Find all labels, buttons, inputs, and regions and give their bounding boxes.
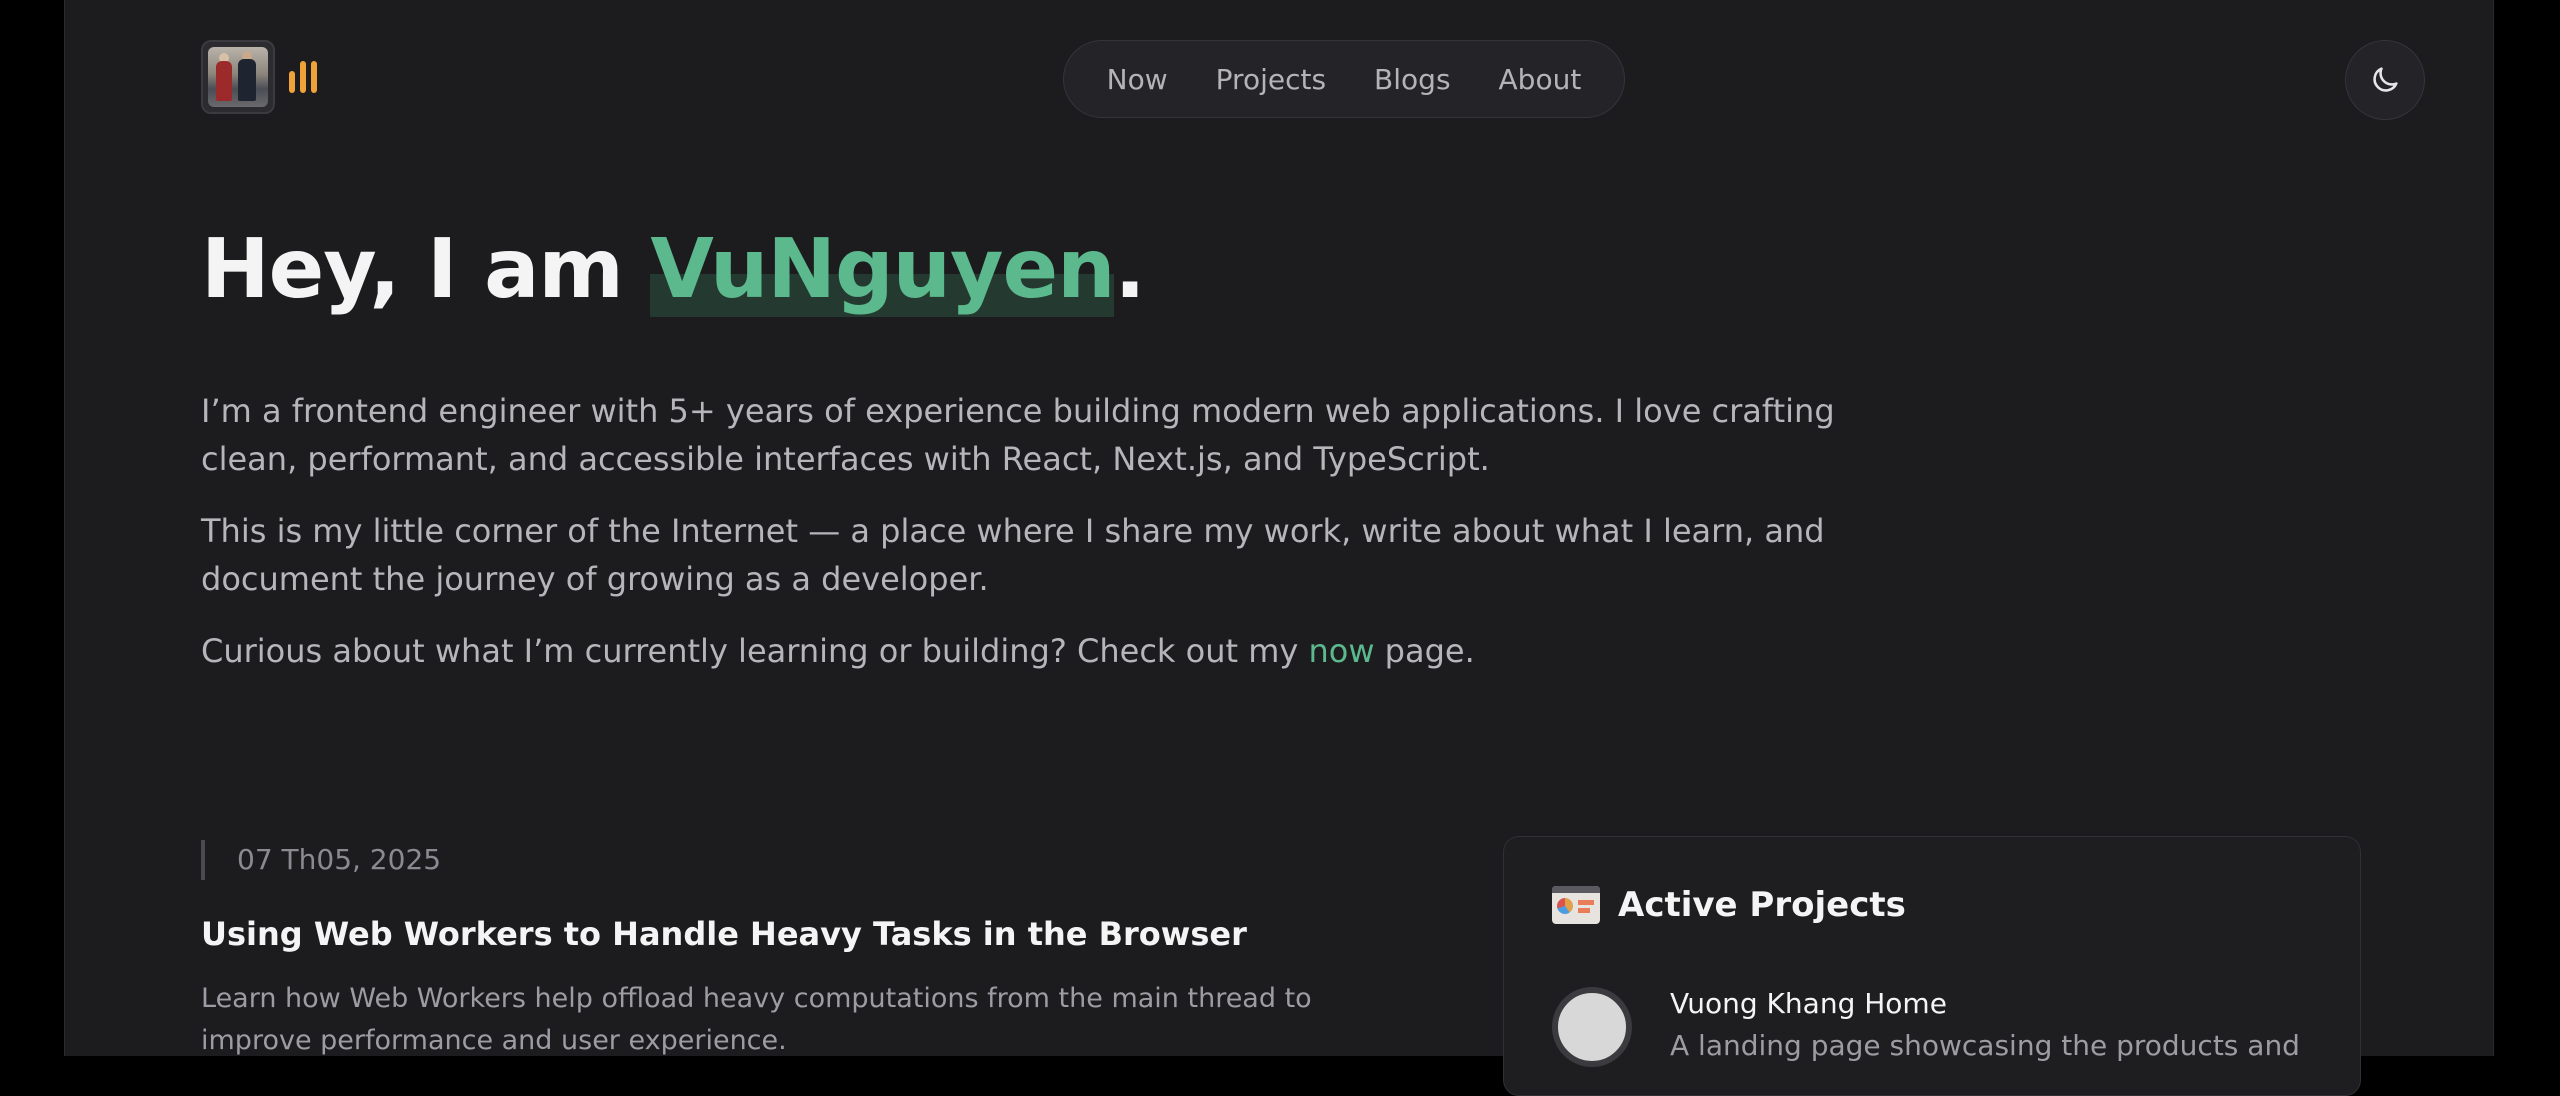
now-paragraph: Curious about what I’m currently learnin… xyxy=(201,627,1841,675)
project-name[interactable]: Vuong Khang Home xyxy=(1670,987,1947,1020)
post-title[interactable]: Using Web Workers to Handle Heavy Tasks … xyxy=(201,915,1247,953)
post-description: Learn how Web Workers help offload heavy… xyxy=(201,983,1312,1056)
hero-heading: Hey, I am VuNguyen. xyxy=(201,222,1146,317)
moon-icon xyxy=(2373,67,2398,92)
active-projects-card: Active Projects Vuong Khang Home A landi… xyxy=(1503,836,2361,1096)
main-nav: Now Projects Blogs About xyxy=(1063,40,1625,118)
hero-period: . xyxy=(1114,222,1145,317)
nav-about[interactable]: About xyxy=(1499,63,1582,96)
nav-now[interactable]: Now xyxy=(1107,63,1168,96)
project-thumbnail xyxy=(1552,987,1632,1067)
nav-projects[interactable]: Projects xyxy=(1216,63,1326,96)
now-text-after: page. xyxy=(1374,632,1475,670)
active-projects-title: Active Projects xyxy=(1618,885,1906,925)
page: Now Projects Blogs About Hey, I am VuNgu… xyxy=(64,0,2494,1096)
project-description: A landing page showcasing the products a… xyxy=(1670,1029,2300,1062)
equalizer-bars-icon xyxy=(289,61,317,93)
corner-paragraph: This is my little corner of the Internet… xyxy=(201,512,1825,598)
dashboard-icon xyxy=(1552,886,1600,924)
theme-toggle-button[interactable] xyxy=(2345,40,2425,120)
active-projects-header: Active Projects xyxy=(1552,885,1906,925)
hero-greeting: Hey, I am xyxy=(201,222,651,317)
now-text-before: Curious about what I’m currently learnin… xyxy=(201,632,1309,670)
avatar[interactable] xyxy=(201,40,275,114)
nav-blogs[interactable]: Blogs xyxy=(1374,63,1450,96)
post-date: 07 Th05, 2025 xyxy=(201,840,441,880)
site-logo[interactable] xyxy=(201,40,317,114)
hero-name: VuNguyen xyxy=(650,222,1115,317)
now-link[interactable]: now xyxy=(1308,632,1374,670)
intro-paragraph: I’m a frontend engineer with 5+ years of… xyxy=(201,392,1835,478)
